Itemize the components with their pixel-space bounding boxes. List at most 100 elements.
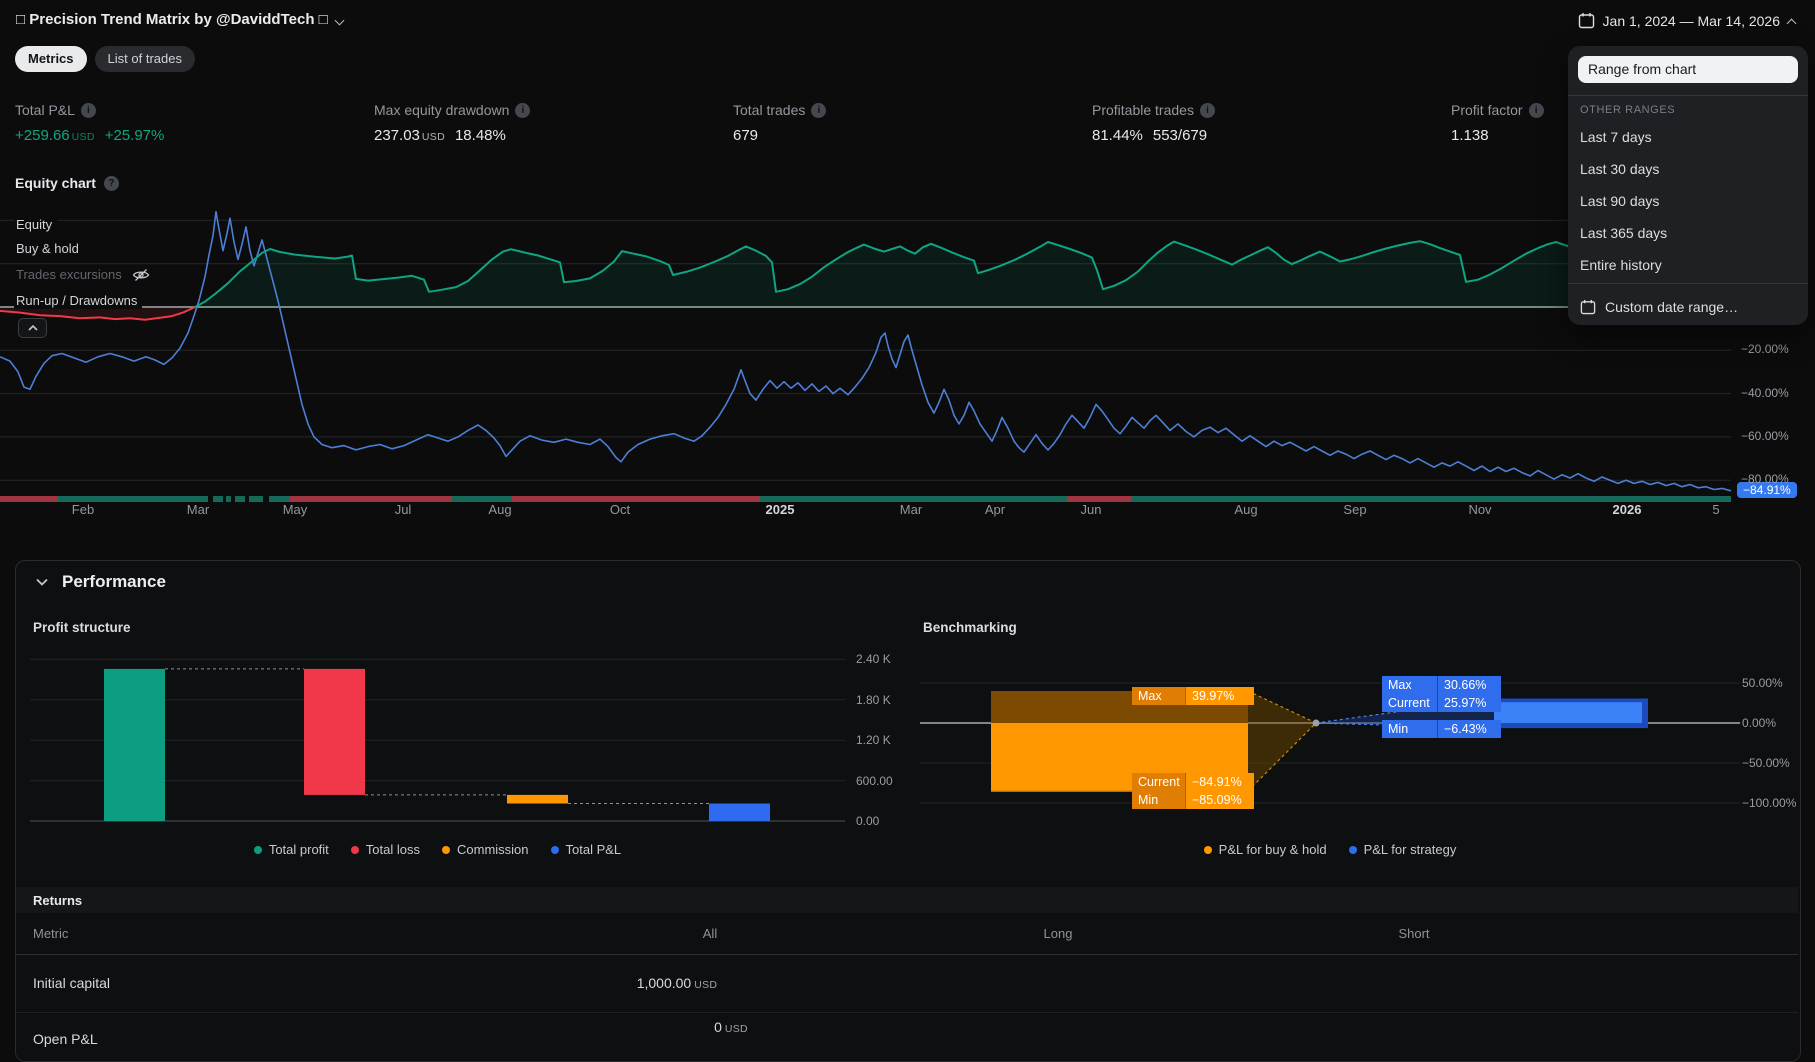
- y-tick: −40.00%: [1741, 386, 1789, 400]
- collapse-pane-button[interactable]: [18, 318, 47, 338]
- y-tick: −100.00%: [1742, 796, 1797, 810]
- profit-structure-title: Profit structure: [33, 620, 131, 635]
- equity-chart-header: Equity chart ?: [15, 175, 119, 191]
- x-tick: May: [282, 502, 308, 517]
- info-icon[interactable]: i: [80, 102, 96, 118]
- returns-title: Returns: [33, 892, 83, 908]
- info-icon[interactable]: i: [1199, 102, 1215, 118]
- legend-item-trades-excursions[interactable]: Trades excursions: [14, 266, 155, 283]
- legend-dot: [1348, 845, 1357, 854]
- benchmarking-chart: [920, 650, 1740, 830]
- legend-item-p-l-for-strategy[interactable]: P&L for strategy: [1348, 842, 1456, 857]
- metric-value: 237.03 USD 18.48%: [374, 127, 506, 144]
- performance-title: Performance: [62, 572, 166, 591]
- column-header-short: Short: [1398, 926, 1430, 941]
- y-tick: 600.00: [856, 773, 893, 788]
- y-tick: 0.00: [856, 814, 880, 828]
- menu-section-label: OTHER RANGES: [1580, 104, 1676, 116]
- metric-total-p-l: Total P&L i +259.66 USD +25.97%: [15, 102, 374, 144]
- legend-item-p-l-for-buy-hold[interactable]: P&L for buy & hold: [1203, 842, 1327, 857]
- x-tick: 5: [1712, 502, 1720, 517]
- info-icon[interactable]: i: [1528, 102, 1544, 118]
- benchmark-badge-current: Current 25.97%: [1382, 694, 1501, 712]
- table-cell-all: 1,000.00 USD: [636, 975, 718, 991]
- x-tick: Aug: [488, 502, 512, 517]
- profit-structure-chart: [30, 650, 845, 830]
- menu-item-last-90-days[interactable]: Last 90 days: [1568, 186, 1808, 216]
- calendar-icon: [1580, 299, 1596, 315]
- eye-off-icon[interactable]: [132, 268, 150, 282]
- menu-item-last-365-days[interactable]: Last 365 days: [1568, 218, 1808, 248]
- menu-item-range-from-chart[interactable]: Range from chart: [1578, 56, 1798, 83]
- chevron-up-icon: [1788, 16, 1797, 25]
- returns-section-header: Returns: [16, 887, 1798, 913]
- legend-item-total-p-l[interactable]: Total P&L: [550, 842, 621, 857]
- x-tick: Mar: [186, 502, 210, 517]
- metric-value: +259.66 USD +25.97%: [15, 127, 165, 144]
- column-header-all: All: [702, 926, 718, 941]
- menu-item-custom-date-range[interactable]: Custom date range…: [1580, 292, 1738, 322]
- legend-item-equity[interactable]: Equity: [14, 216, 58, 233]
- y-tick: 1.20 K: [856, 733, 891, 748]
- x-tick: Oct: [609, 502, 631, 517]
- benchmark-badge-current: Current −84.91%: [1132, 773, 1254, 791]
- benchmark-badge-min: Min −6.43%: [1382, 720, 1501, 738]
- benchmarking-title: Benchmarking: [923, 620, 1017, 635]
- x-tick: Jun: [1080, 502, 1102, 517]
- legend-dot: [350, 845, 359, 854]
- x-tick: Nov: [1468, 502, 1492, 517]
- legend-item-buy-hold[interactable]: Buy & hold: [14, 240, 84, 257]
- legend-item-total-loss[interactable]: Total loss: [350, 842, 420, 857]
- legend-dot: [1203, 845, 1212, 854]
- y-tick: −60.00%: [1741, 429, 1789, 443]
- help-icon[interactable]: ?: [103, 175, 119, 191]
- column-header-metric: Metric: [33, 926, 69, 941]
- benchmarking-legend: P&L for buy & hold P&L for strategy: [920, 842, 1740, 857]
- table-divider: [16, 954, 1798, 955]
- view-tabs: Metrics List of trades: [15, 46, 195, 72]
- x-tick: Jul: [394, 502, 412, 517]
- metric-value: 81.44% 553/679: [1092, 127, 1208, 144]
- legend-item-run-up-drawdowns[interactable]: Run-up / Drawdowns: [14, 292, 143, 309]
- table-divider: [16, 1012, 1798, 1013]
- x-tick: 2025: [765, 502, 795, 517]
- benchmark-badge-max: Max 30.66%: [1382, 676, 1501, 694]
- menu-item-last-30-days[interactable]: Last 30 days: [1568, 154, 1808, 184]
- menu-item-last-7-days[interactable]: Last 7 days: [1568, 122, 1808, 152]
- tab-metrics[interactable]: Metrics: [15, 46, 87, 72]
- profit-structure-legend: Total profit Total loss Commission Total P&…: [30, 842, 845, 857]
- performance-section-toggle[interactable]: Performance: [36, 572, 166, 592]
- chevron-down-icon[interactable]: [336, 15, 345, 24]
- benchmark-badge-min: Min −85.09%: [1132, 791, 1254, 809]
- strategy-title: □ Precision Trend Matrix by @DaviddTech …: [16, 11, 328, 28]
- x-tick: Sep: [1343, 502, 1367, 517]
- table-cell-all: 0 USD: [714, 1019, 748, 1035]
- chevron-down-icon: [36, 578, 48, 586]
- table-row-metric: Initial capital: [33, 975, 111, 991]
- info-icon[interactable]: i: [811, 102, 827, 118]
- metrics-row: Total P&L i +259.66 USD +25.97% Max equity dr…: [15, 102, 1810, 144]
- date-range-button[interactable]: Jan 1, 2024 — Mar 14, 2026: [1578, 12, 1797, 29]
- date-range-menu: Range from chart OTHER RANGES Last 7 day…: [1568, 46, 1808, 325]
- menu-divider: [1568, 283, 1808, 284]
- column-header-long: Long: [1043, 926, 1073, 941]
- calendar-icon: [1578, 13, 1594, 29]
- menu-item-entire-history[interactable]: Entire history: [1568, 250, 1808, 280]
- legend-dot: [442, 845, 450, 854]
- x-tick: Mar: [899, 502, 923, 517]
- equity-chart[interactable]: [0, 210, 1731, 510]
- info-icon[interactable]: i: [515, 102, 531, 118]
- x-tick: Apr: [984, 502, 1006, 517]
- legend-item-total-profit[interactable]: Total profit: [253, 842, 329, 857]
- legend-item-commission[interactable]: Commission: [442, 842, 529, 857]
- metric-total-trades: Total trades i 679: [733, 102, 1092, 144]
- y-tick: −50.00%: [1742, 756, 1790, 770]
- table-row-metric: Open P&L: [33, 1031, 98, 1047]
- metric-label: Profitable trades i: [1092, 102, 1451, 118]
- y-tick: 1.80 K: [856, 692, 891, 707]
- tab-list-of-trades[interactable]: List of trades: [94, 46, 195, 72]
- y-tick: −20.00%: [1741, 342, 1789, 356]
- metric-label: Total P&L i: [15, 102, 374, 118]
- metric-value: 679: [733, 127, 759, 144]
- date-range-label: Jan 1, 2024 — Mar 14, 2026: [1602, 12, 1780, 29]
